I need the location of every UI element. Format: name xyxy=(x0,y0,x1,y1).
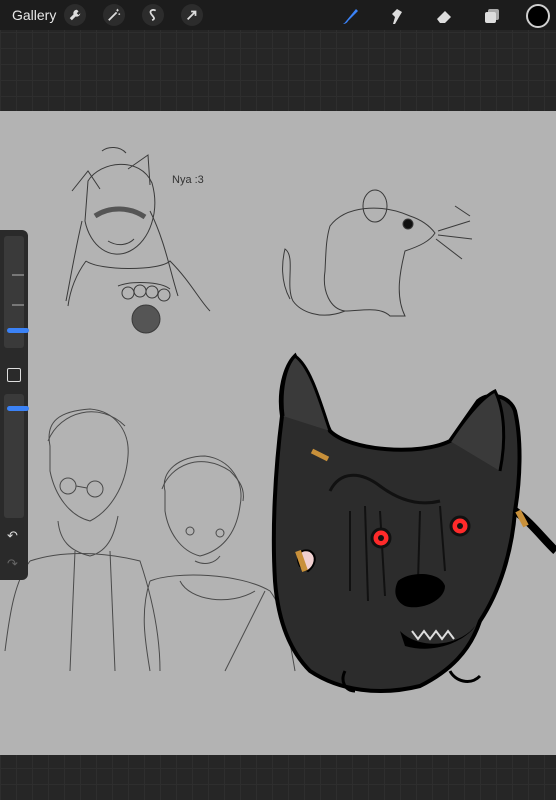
selection-icon[interactable] xyxy=(142,4,164,26)
magic-wand-icon[interactable] xyxy=(103,4,125,26)
annotation-text: Nya :3 xyxy=(172,174,204,186)
smudge-icon[interactable] xyxy=(385,4,409,28)
layers-icon[interactable] xyxy=(480,4,504,28)
eraser-icon[interactable] xyxy=(432,4,456,28)
slider-tick xyxy=(12,304,24,306)
top-toolbar: Gallery xyxy=(0,0,556,30)
dog-painting xyxy=(271,352,556,693)
brush-icon[interactable] xyxy=(338,4,362,28)
undo-icon[interactable]: ↶ xyxy=(7,528,18,544)
sketch-man xyxy=(4,408,161,672)
brush-size-handle[interactable] xyxy=(7,328,29,333)
modify-button[interactable] xyxy=(7,368,21,382)
slider-tick xyxy=(12,274,24,276)
redo-icon[interactable]: ↷ xyxy=(7,556,18,572)
brush-size-slider[interactable] xyxy=(4,236,29,348)
opacity-handle[interactable] xyxy=(7,406,29,411)
wrench-icon[interactable] xyxy=(64,4,86,26)
color-picker-swatch[interactable] xyxy=(526,4,550,28)
gallery-button[interactable]: Gallery xyxy=(12,7,56,23)
transform-arrow-icon[interactable] xyxy=(181,4,203,26)
brush-sidebar: ↶ ↷ xyxy=(0,230,29,580)
drawing-canvas[interactable]: Nya :3 xyxy=(0,111,556,755)
sketch-mouse xyxy=(282,189,473,317)
opacity-slider[interactable] xyxy=(4,394,29,518)
